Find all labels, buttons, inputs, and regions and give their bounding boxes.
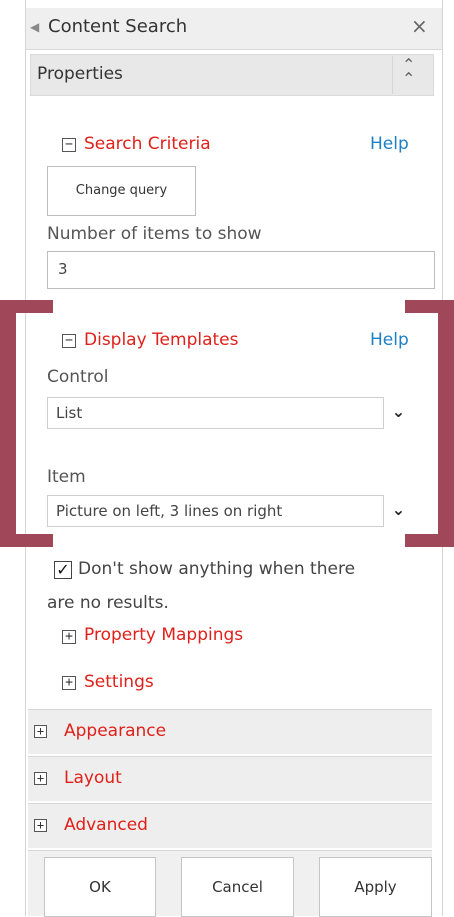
- appearance-title[interactable]: Appearance: [64, 721, 166, 741]
- highlight-bracket-right-bottom: [405, 534, 454, 547]
- advanced-expand-toggle[interactable]: +: [34, 819, 47, 832]
- property-mappings-title[interactable]: Property Mappings: [84, 625, 243, 645]
- item-select[interactable]: Picture on left, 3 lines on right: [47, 495, 413, 527]
- search-criteria-help-link[interactable]: Help: [370, 134, 409, 154]
- control-label: Control: [47, 367, 109, 387]
- collapse-pane-arrow-icon[interactable]: ◀: [30, 20, 39, 34]
- chevron-down-icon[interactable]: ⌄: [383, 397, 413, 429]
- no-results-label-continued: are no results.: [47, 593, 169, 613]
- property-mappings-expand-toggle[interactable]: +: [62, 630, 76, 644]
- advanced-title[interactable]: Advanced: [64, 815, 148, 835]
- chevron-down-icon[interactable]: ⌄: [383, 495, 413, 527]
- settings-expand-toggle[interactable]: +: [62, 676, 76, 690]
- layout-expand-toggle[interactable]: +: [34, 772, 47, 785]
- ok-button[interactable]: OK: [44, 857, 156, 917]
- properties-label: Properties: [37, 64, 123, 84]
- highlight-bracket-left-bottom: [0, 534, 53, 547]
- highlight-bracket-right-side: [438, 300, 454, 547]
- close-icon[interactable]: ×: [411, 14, 428, 38]
- search-criteria-collapse-toggle[interactable]: −: [62, 138, 76, 152]
- search-criteria-title[interactable]: Search Criteria: [84, 134, 211, 154]
- item-select-value: Picture on left, 3 lines on right: [56, 502, 283, 520]
- control-select-value: List: [56, 404, 83, 422]
- number-of-items-label: Number of items to show: [47, 224, 262, 244]
- no-results-checkbox[interactable]: ✓: [54, 561, 72, 579]
- change-query-button[interactable]: Change query: [47, 166, 196, 216]
- highlight-bracket-left-side: [0, 300, 16, 547]
- settings-title[interactable]: Settings: [84, 672, 154, 692]
- display-templates-title[interactable]: Display Templates: [84, 330, 239, 350]
- control-select[interactable]: List: [47, 397, 413, 429]
- layout-title[interactable]: Layout: [64, 768, 122, 788]
- appearance-expand-toggle[interactable]: +: [34, 725, 47, 738]
- no-results-label: Don't show anything when there: [78, 559, 356, 579]
- display-templates-collapse-toggle[interactable]: −: [62, 334, 76, 348]
- number-of-items-input[interactable]: 3: [47, 251, 435, 289]
- item-label: Item: [47, 467, 86, 487]
- pane-title: Content Search: [48, 16, 188, 37]
- apply-button[interactable]: Apply: [319, 857, 432, 917]
- display-templates-help-link[interactable]: Help: [370, 330, 409, 350]
- cancel-button[interactable]: Cancel: [181, 857, 294, 917]
- double-chevron-up-icon: ⌃ ⌃: [402, 55, 416, 88]
